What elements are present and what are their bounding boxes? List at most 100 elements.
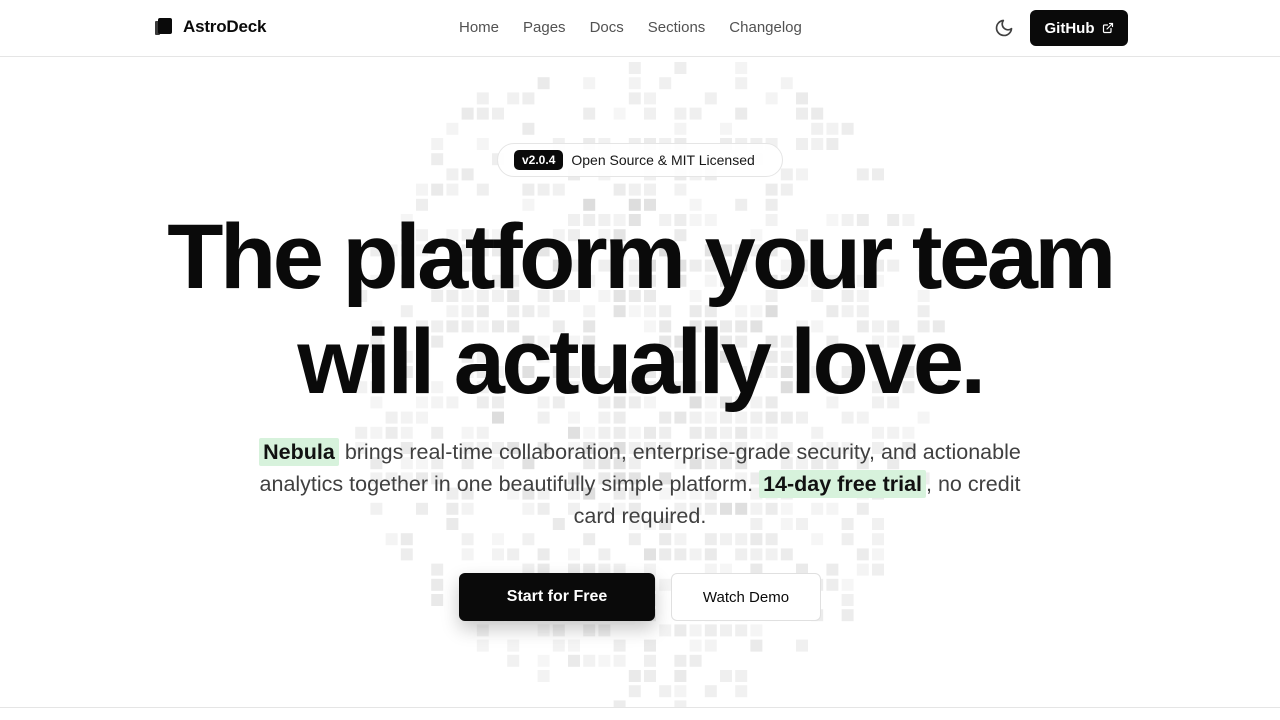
- pattern-cell: [674, 548, 687, 561]
- pattern-cell: [780, 548, 793, 561]
- pattern-cell: [628, 77, 641, 90]
- pattern-cell: [476, 107, 489, 120]
- version-tag: v2.0.4: [514, 150, 564, 170]
- pattern-cell: [780, 183, 793, 196]
- pattern-cell: [492, 107, 504, 120]
- pattern-cell: [765, 183, 778, 196]
- theme-toggle-button[interactable]: [992, 16, 1016, 40]
- pattern-cell: [735, 685, 748, 698]
- pattern-cell: [522, 122, 535, 135]
- pattern-cell: [826, 138, 839, 150]
- pattern-cell: [431, 153, 444, 166]
- pattern-cell: [674, 700, 687, 707]
- pattern-cell: [431, 563, 444, 576]
- pattern-cell: [537, 548, 550, 561]
- pattern-cell: [613, 639, 626, 652]
- pattern-cell: [689, 639, 702, 652]
- pattern-cell: [537, 670, 550, 682]
- hero-subtitle: Nebula brings real-time collaboration, e…: [240, 436, 1040, 532]
- github-label: GitHub: [1044, 19, 1095, 37]
- pattern-cell: [476, 92, 489, 105]
- pattern-cell: [476, 624, 489, 637]
- pattern-cell: [796, 92, 808, 105]
- highlight-free-trial: 14-day free trial: [759, 470, 927, 498]
- pattern-cell: [720, 624, 732, 637]
- pattern-cell: [689, 654, 702, 667]
- pattern-cell: [841, 122, 854, 135]
- logo-icon: [155, 18, 173, 36]
- nav-link-changelog[interactable]: Changelog: [729, 19, 802, 36]
- pattern-cell: [628, 685, 641, 698]
- pattern-cell: [400, 533, 413, 546]
- pattern-cell: [674, 624, 687, 637]
- pattern-cell: [552, 183, 565, 196]
- pattern-cell: [583, 107, 596, 120]
- pattern-cell: [522, 533, 535, 546]
- pattern-cell: [507, 654, 520, 667]
- pattern-cell: [765, 548, 778, 561]
- pattern-cell: [826, 578, 839, 591]
- pattern-cell: [780, 168, 793, 181]
- pattern-cell: [856, 168, 869, 181]
- github-button[interactable]: GitHub: [1030, 10, 1128, 46]
- pattern-cell: [659, 77, 672, 90]
- nav-link-sections[interactable]: Sections: [648, 19, 706, 36]
- start-for-free-button[interactable]: Start for Free: [459, 573, 655, 621]
- headline-line-1: The platform your team: [167, 206, 1116, 308]
- pattern-cell: [476, 183, 489, 196]
- pattern-cell: [796, 639, 808, 652]
- pattern-cell: [872, 548, 884, 561]
- pattern-cell: [628, 670, 641, 682]
- pattern-cell: [689, 624, 702, 637]
- highlight-product-name: Nebula: [259, 438, 339, 466]
- pattern-cell: [674, 107, 687, 120]
- brand[interactable]: AstroDeck: [155, 17, 266, 37]
- pattern-cell: [856, 548, 869, 561]
- pattern-cell: [644, 548, 656, 561]
- pattern-cell: [856, 563, 869, 576]
- pattern-cell: [735, 624, 748, 637]
- pattern-cell: [598, 655, 610, 667]
- pattern-cell: [735, 107, 748, 120]
- nav-link-pages[interactable]: Pages: [523, 19, 566, 36]
- pattern-cell: [659, 548, 672, 561]
- pattern-cell: [735, 533, 748, 546]
- hero-headline: The platform your team will actually lov…: [0, 205, 1280, 415]
- top-navigation: AstroDeck Home Pages Docs Sections Chang…: [0, 0, 1280, 57]
- version-badge[interactable]: v2.0.4 Open Source & MIT Licensed: [497, 143, 783, 177]
- pattern-cell: [659, 533, 672, 546]
- nav-link-docs[interactable]: Docs: [590, 19, 624, 36]
- pattern-cell: [492, 533, 504, 545]
- pattern-cell: [674, 183, 687, 196]
- pattern-cell: [628, 92, 641, 105]
- pattern-cell: [704, 92, 717, 105]
- pattern-cell: [674, 670, 687, 682]
- pattern-cell: [765, 92, 778, 105]
- nav-link-home[interactable]: Home: [459, 19, 499, 36]
- pattern-cell: [674, 122, 687, 135]
- pattern-cell: [446, 183, 459, 196]
- badge-text: Open Source & MIT Licensed: [571, 152, 755, 168]
- pattern-cell: [750, 639, 763, 652]
- pattern-cell: [796, 168, 808, 181]
- pattern-cell: [659, 578, 672, 591]
- pattern-cell: [568, 639, 580, 652]
- pattern-cell: [431, 578, 444, 591]
- watch-demo-button[interactable]: Watch Demo: [671, 573, 821, 621]
- pattern-cell: [476, 639, 489, 652]
- pattern-cell: [750, 548, 763, 561]
- pattern-cell: [507, 548, 520, 561]
- brand-name: AstroDeck: [183, 17, 267, 36]
- pattern-cell: [644, 654, 656, 667]
- pattern-cell: [704, 624, 717, 637]
- pattern-cell: [537, 183, 550, 196]
- pattern-cell: [552, 639, 565, 652]
- pattern-cell: [689, 107, 702, 120]
- pattern-cell: [416, 183, 428, 196]
- pattern-cell: [644, 670, 656, 682]
- pattern-cell: [659, 624, 672, 637]
- pattern-cell: [537, 624, 550, 637]
- pattern-cell: [826, 122, 839, 135]
- pattern-cell: [598, 624, 611, 637]
- pattern-cell: [537, 77, 550, 90]
